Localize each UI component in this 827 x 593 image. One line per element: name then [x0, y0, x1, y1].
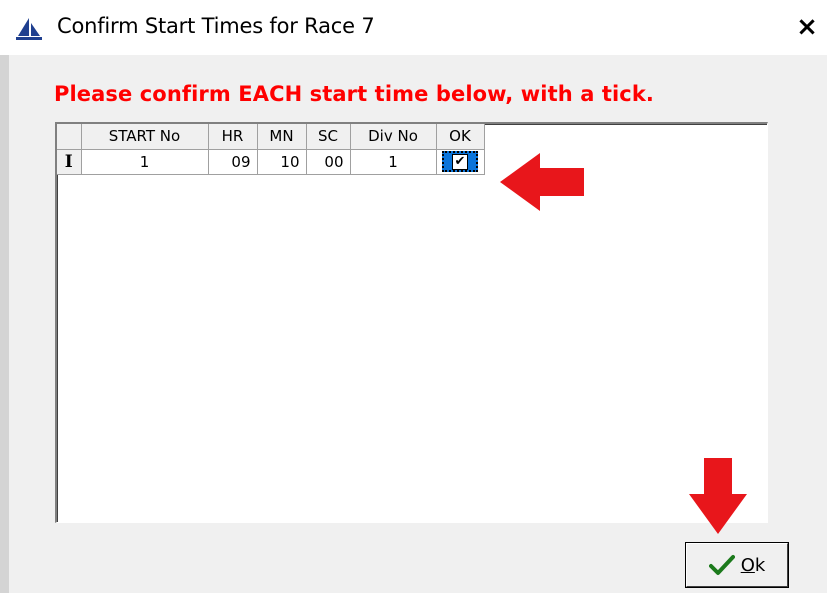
sailboat-icon: [16, 18, 42, 40]
grid-table: START No HR MN SC Div No OK I 1 09 10 00…: [57, 124, 485, 175]
cell-div-no[interactable]: 1: [350, 149, 437, 175]
window-title: Confirm Start Times for Race 7: [57, 14, 375, 38]
cell-hr[interactable]: 09: [208, 149, 258, 175]
title-bar: Confirm Start Times for Race 7 ×: [0, 0, 827, 55]
table-row[interactable]: I 1 09 10 00 1 ✔: [57, 149, 485, 175]
window-frame-left: [0, 55, 9, 593]
close-icon[interactable]: ×: [792, 12, 822, 42]
column-header-div-no[interactable]: Div No: [350, 124, 437, 150]
green-check-icon: [708, 555, 735, 575]
red-arrow-down-icon: [689, 458, 747, 534]
cell-mn[interactable]: 10: [257, 149, 307, 175]
row-edit-indicator-icon: I: [57, 149, 82, 175]
column-header-start-no[interactable]: START No: [81, 124, 209, 150]
ok-button-label: Ok: [740, 554, 766, 576]
column-header-ok[interactable]: OK: [436, 124, 485, 150]
red-arrow-left-icon: [500, 153, 584, 211]
cell-sc[interactable]: 00: [306, 149, 351, 175]
column-header-sc[interactable]: SC: [306, 124, 351, 150]
instruction-text: Please confirm EACH start time below, wi…: [54, 82, 655, 106]
ok-checkbox[interactable]: ✔: [452, 153, 468, 170]
cell-ok[interactable]: ✔: [436, 149, 485, 175]
start-times-grid[interactable]: START No HR MN SC Div No OK I 1 09 10 00…: [55, 122, 768, 523]
column-header-mn[interactable]: MN: [257, 124, 307, 150]
row-indicator-header: [57, 124, 82, 150]
column-header-hr[interactable]: HR: [208, 124, 258, 150]
cell-start-no[interactable]: 1: [81, 149, 209, 175]
ok-button[interactable]: Ok: [685, 542, 789, 588]
grid-header-row: START No HR MN SC Div No OK: [57, 124, 485, 150]
ok-cell-focus[interactable]: ✔: [442, 151, 478, 172]
